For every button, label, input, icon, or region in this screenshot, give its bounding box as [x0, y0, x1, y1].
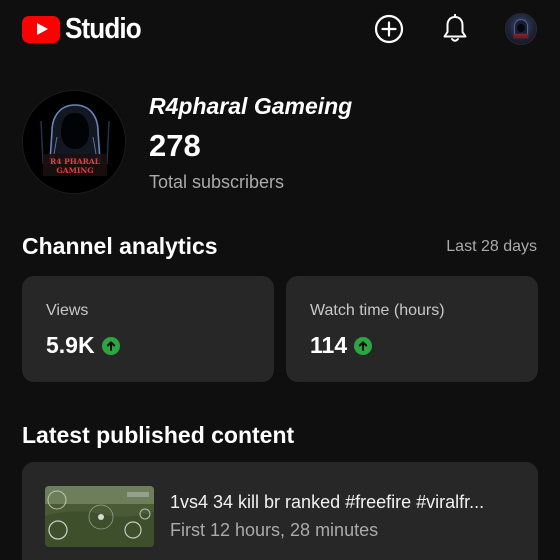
- analytics-period: Last 28 days: [446, 238, 537, 255]
- top-app-bar: Studio: [0, 0, 560, 58]
- youtube-play-icon: [22, 16, 60, 43]
- video-thumbnail[interactable]: [45, 486, 154, 547]
- notifications-bell-icon[interactable]: [439, 13, 471, 45]
- watch-time-value: 114: [310, 332, 348, 358]
- trend-up-icon: [101, 336, 120, 355]
- svg-text:GAMING: GAMING: [56, 166, 93, 175]
- video-meta: First 12 hours, 28 minutes: [170, 520, 379, 540]
- channel-avatar[interactable]: R4 PHARAL GAMING: [22, 90, 126, 194]
- latest-content-heading: Latest published content: [22, 422, 295, 448]
- watch-time-card[interactable]: Watch time (hours) 114: [286, 276, 538, 382]
- trend-up-icon: [354, 336, 373, 355]
- create-icon[interactable]: [373, 13, 405, 45]
- watch-time-value-row: 114: [310, 332, 373, 359]
- channel-summary: R4 PHARAL GAMING R4pharal Gameing 278 To…: [22, 90, 542, 200]
- youtube-studio-logo[interactable]: Studio: [22, 13, 149, 46]
- svg-text:R4 PHARAL: R4 PHARAL: [50, 157, 101, 166]
- channel-name[interactable]: R4pharal Gameing: [149, 93, 352, 120]
- video-title[interactable]: 1vs4 34 kill br ranked #freefire #viralf…: [170, 492, 520, 513]
- views-value-row: 5.9K: [46, 332, 120, 359]
- views-label: Views: [46, 302, 89, 319]
- subscriber-count: 278: [149, 128, 201, 163]
- app-name: Studio: [65, 13, 142, 45]
- channel-analytics-heading: Channel analytics: [22, 233, 218, 259]
- views-card[interactable]: Views 5.9K: [22, 276, 274, 382]
- latest-video-card[interactable]: 1vs4 34 kill br ranked #freefire #viralf…: [22, 462, 538, 560]
- views-value: 5.9K: [46, 332, 95, 358]
- watch-time-label: Watch time (hours): [310, 302, 445, 319]
- account-avatar[interactable]: [505, 13, 537, 45]
- subscriber-label: Total subscribers: [149, 172, 285, 192]
